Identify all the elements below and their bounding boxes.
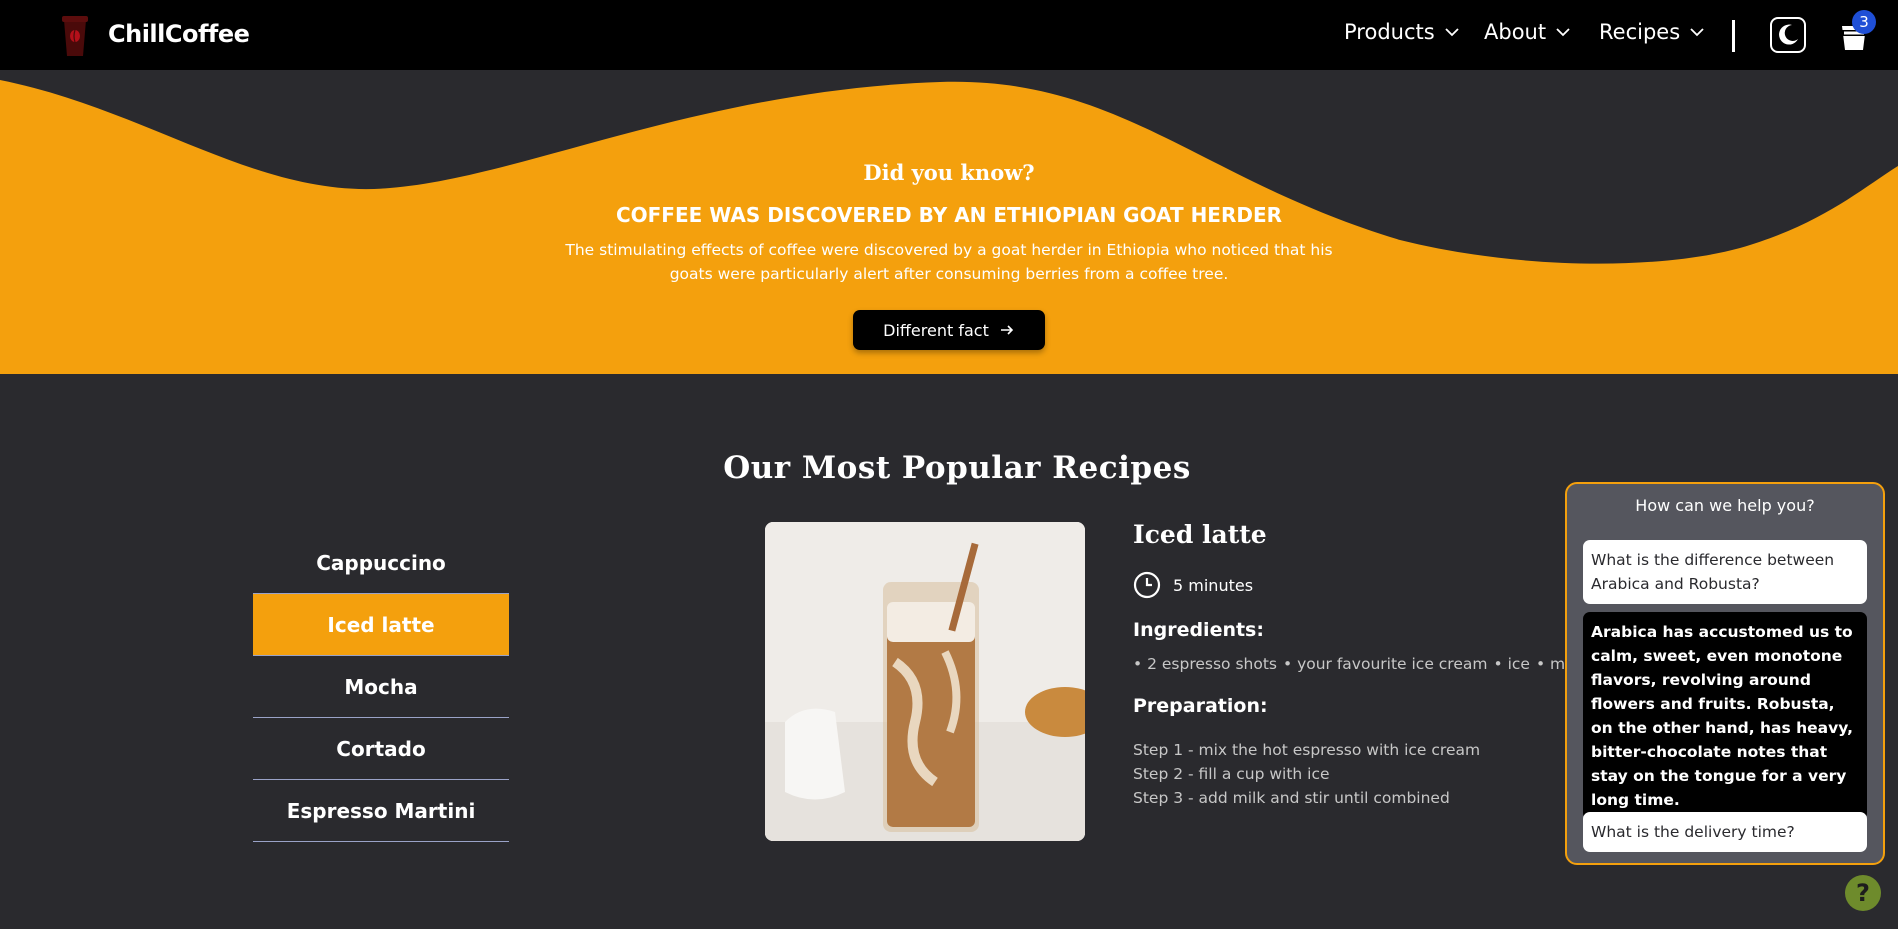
faq-question-bubble[interactable]: What is the delivery time? [1583,812,1867,852]
chevron-down-icon [1690,28,1704,37]
preparation-heading: Preparation: [1133,695,1268,717]
faq-question-bubble[interactable]: What is the difference between Arabica a… [1583,540,1867,604]
ingredients-heading: Ingredients: [1133,619,1264,641]
nav-about-label: About [1484,20,1547,44]
ingredient-item: ice [1493,655,1530,673]
ingredient-item: 2 espresso shots [1133,655,1277,673]
recipe-time: 5 minutes [1133,571,1253,599]
faq-answer-bubble: Arabica has accustomed us to calm, sweet… [1583,612,1867,820]
recipe-tab-list: Cappuccino Iced latte Mocha Cortado Espr… [253,532,509,842]
recipes-section-title: Our Most Popular Recipes [723,450,1191,486]
recipe-tab-cortado[interactable]: Cortado [253,718,509,780]
fact-section: Did you know? COFFEE WAS DISCOVERED BY A… [0,70,1898,374]
moon-icon [1779,24,1798,45]
cart-count-badge: 3 [1852,10,1876,34]
recipe-name: Iced latte [1133,520,1267,549]
help-toggle-button[interactable]: ? [1845,875,1881,911]
preparation-step: Step 3 - add milk and stir until combine… [1133,789,1450,807]
different-fact-button[interactable]: Different fact [853,310,1045,350]
recipe-tab-iced-latte[interactable]: Iced latte [253,594,509,656]
preparation-step: Step 1 - mix the hot espresso with ice c… [1133,741,1481,759]
coffee-cup-logo[interactable] [60,14,90,58]
arrow-right-icon [1000,325,1013,335]
recipe-time-label: 5 minutes [1173,575,1254,595]
help-chat-widget: How can we help you? What is the differe… [1565,482,1885,865]
navbar: ChillCoffee Products About Recipes 3 [0,0,1898,70]
nav-divider [1732,20,1735,52]
chevron-down-icon [1556,28,1570,37]
nav-recipes-label: Recipes [1599,20,1681,44]
ingredients-list: 2 espresso shots your favourite ice crea… [1133,655,1583,673]
nav-about[interactable]: About [1484,20,1572,44]
fact-kicker: Did you know? [863,160,1035,185]
nav-products[interactable]: Products [1344,20,1461,44]
chevron-down-icon [1445,28,1459,37]
fact-title: COFFEE WAS DISCOVERED BY AN ETHIOPIAN GO… [615,203,1283,227]
recipe-tab-espresso-martini[interactable]: Espresso Martini [253,780,509,842]
clock-icon [1133,571,1161,599]
recipe-tab-cappuccino[interactable]: Cappuccino [253,532,509,594]
nav-products-label: Products [1344,20,1435,44]
nav-recipes[interactable]: Recipes [1599,20,1706,44]
recipe-tab-mocha[interactable]: Mocha [253,656,509,718]
fact-text: The stimulating effects of coffee were d… [565,241,1333,283]
different-fact-label: Different fact [883,320,989,340]
brand-name[interactable]: ChillCoffee [108,20,250,48]
recipe-image [765,522,1085,841]
iced-latte-illustration [765,522,1085,841]
theme-toggle-button[interactable] [1770,17,1806,53]
preparation-steps: Step 1 - mix the hot espresso with ice c… [1133,738,1480,810]
ingredient-item: your favourite ice cream [1283,655,1487,673]
preparation-step: Step 2 - fill a cup with ice [1133,765,1330,783]
help-title: How can we help you? [1635,496,1815,515]
